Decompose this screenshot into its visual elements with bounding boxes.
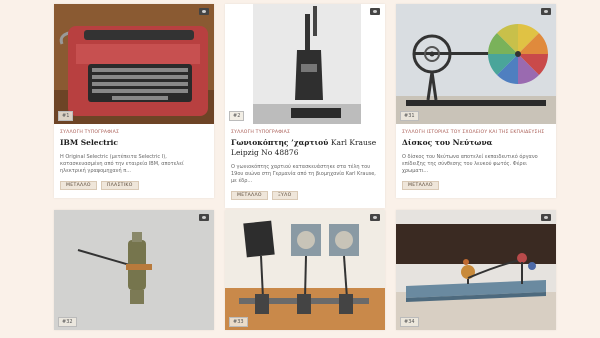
card-description: Ο γωνιοκόπτης χαρτιού κατασκευάστηκε στα…	[231, 164, 376, 184]
gallery-icon	[370, 214, 380, 221]
card-title[interactable]: Γωνιοκόπτης ’χαρτιού Karl Krause Leipzig…	[231, 138, 379, 158]
card-title[interactable]: IBM Selectric	[60, 138, 208, 148]
item-number: #32	[58, 317, 77, 327]
optical-bench-photo	[225, 210, 385, 330]
item-number: #31	[400, 111, 419, 121]
tag-metal[interactable]: ΜΕΤΑΛΛΟ	[60, 181, 97, 190]
card-item-34[interactable]: #34	[396, 210, 556, 330]
instrument-photo	[54, 210, 214, 330]
gallery-icon	[370, 8, 380, 15]
corner-cutter-photo	[225, 4, 385, 124]
card-image[interactable]: #2	[225, 4, 385, 124]
card-paper-corner-cutter[interactable]: #2 ΣΥΛΛΟΓΗ ΤΥΠΟΓΡΑΦΙΑΣ Γωνιοκόπτης ’χαρτ…	[225, 4, 385, 208]
gallery-icon	[199, 214, 209, 221]
card-item-32[interactable]: #32	[54, 210, 214, 330]
newton-disc-photo	[396, 4, 556, 124]
card-item-33[interactable]: #33	[225, 210, 385, 330]
card-image[interactable]: #34	[396, 210, 556, 330]
gallery-icon	[541, 8, 551, 15]
tag-metal[interactable]: ΜΕΤΑΛΛΟ	[231, 191, 268, 200]
typewriter-photo	[54, 4, 214, 124]
card-newton-disc[interactable]: #31 ΣΥΛΛΟΓΗ ΙΣΤΟΡΙΑΣ ΤΟΥ ΣΧΟΛΕΙΟΥ ΚΑΙ ΤΗ…	[396, 4, 556, 198]
card-description: Η Original Selectric (μετέπειτα Selectri…	[60, 154, 184, 174]
gallery-icon	[541, 214, 551, 221]
collection-label[interactable]: ΣΥΛΛΟΓΗ ΤΥΠΟΓΡΑΦΙΑΣ	[231, 130, 379, 135]
card-image[interactable]: #32	[54, 210, 214, 330]
item-number: #2	[229, 111, 245, 121]
card-image[interactable]: #31	[396, 4, 556, 124]
item-number: #34	[400, 317, 419, 327]
item-number: #1	[58, 111, 74, 121]
collection-label[interactable]: ΣΥΛΛΟΓΗ ΤΥΠΟΓΡΑΦΙΑΣ	[60, 130, 208, 135]
card-title[interactable]: Δίσκος του Νεύτωνα	[402, 138, 550, 148]
card-ibm-selectric[interactable]: #1 ΣΥΛΛΟΓΗ ΤΥΠΟΓΡΑΦΙΑΣ IBM Selectric Η O…	[54, 4, 214, 198]
card-description: Ο δίσκος του Νεύτωνα αποτελεί εκπαιδευτι…	[402, 154, 538, 174]
tag-wood[interactable]: ΞΥΛΟ	[271, 191, 298, 200]
gallery-icon	[199, 8, 209, 15]
card-image[interactable]: #33	[225, 210, 385, 330]
collection-label[interactable]: ΣΥΛΛΟΓΗ ΙΣΤΟΡΙΑΣ ΤΟΥ ΣΧΟΛΕΙΟΥ ΚΑΙ ΤΗΣ ΕΚ…	[402, 130, 550, 135]
item-number: #33	[229, 317, 248, 327]
tag-plastic[interactable]: ΠΛΑΣΤΙΚΟ	[100, 181, 139, 190]
tag-metal[interactable]: ΜΕΤΑΛΛΟ	[402, 181, 439, 190]
card-image[interactable]: #1	[54, 4, 214, 124]
orrery-photo	[396, 210, 556, 330]
